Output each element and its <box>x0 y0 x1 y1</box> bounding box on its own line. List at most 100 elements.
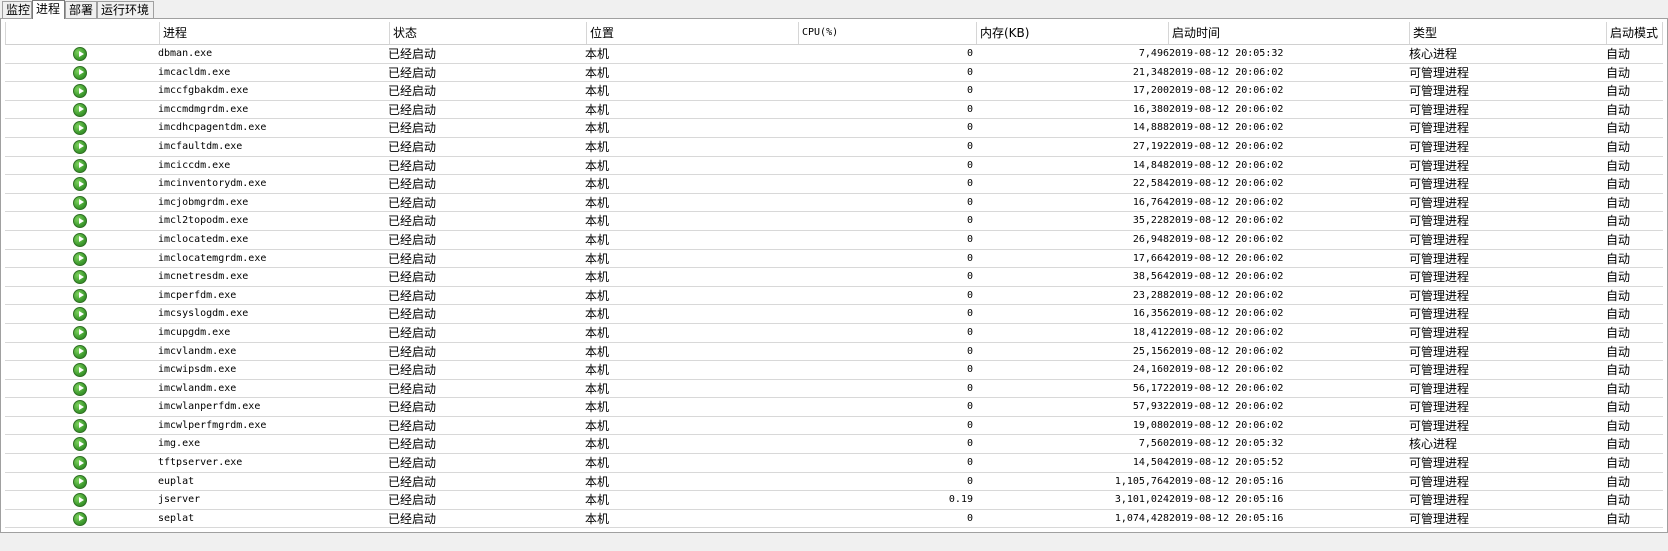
table-row[interactable]: imccmdmgrdm.exe 已经启动 本机 0 16,380 2019-08-12 2… <box>5 101 1663 120</box>
start-time-cell: 2019-08-12 20:05:32 <box>1169 48 1284 59</box>
process-name-cell: tftpserver.exe <box>158 457 243 469</box>
location-cell: 本机 <box>585 47 610 61</box>
table-row[interactable]: imclocatedm.exe 已经启动 本机 0 26,948 2019-08-12 2… <box>5 231 1663 250</box>
location-cell: 本机 <box>585 344 610 359</box>
start-time-cell: 2019-08-12 20:06:02 <box>1169 178 1284 190</box>
running-icon <box>73 456 87 471</box>
running-icon <box>73 344 87 359</box>
cpu-cell: 0 <box>966 512 973 524</box>
cpu-cell: 0 <box>966 382 973 394</box>
process-name-cell: imcacldm.exe <box>158 66 231 78</box>
table-row[interactable]: imcnetresdm.exe 已经启动 本机 0 38,564 2019-08-12 2… <box>5 268 1663 287</box>
table-row[interactable]: imclocatemgrdm.exe 已经启动 本机 0 17,664 2019-08-1… <box>5 250 1663 269</box>
running-icon <box>73 232 87 247</box>
table-row[interactable]: dbman.exe 已经启动 本机 0 7,496 2019-08-12 20:05:32… <box>5 45 1663 64</box>
location-cell: 本机 <box>585 195 610 210</box>
process-panel: 进程 状态 位置 CPU(%) 内存(KB) 启动时间 类型 启动模式 dbma… <box>0 18 1668 533</box>
tab-runtime-environment[interactable]: 运行环境 <box>97 1 154 18</box>
start-mode-cell: 自动 <box>1606 400 1631 415</box>
table-row[interactable]: euplat 已经启动 本机 0 1,105,764 2019-08-12 20:05:1… <box>5 473 1663 492</box>
column-header-process[interactable]: 进程 <box>159 22 390 44</box>
location-cell: 本机 <box>585 232 610 247</box>
tab-monitor[interactable]: 监控 <box>2 1 32 18</box>
column-header-start-mode[interactable]: 启动模式 <box>1606 22 1663 44</box>
column-header-start-time[interactable]: 启动时间 <box>1168 22 1410 44</box>
start-mode-cell: 自动 <box>1606 251 1631 266</box>
location-cell: 本机 <box>585 400 610 415</box>
table-row[interactable]: tftpserver.exe 已经启动 本机 0 14,504 2019-08-12 20… <box>5 454 1663 473</box>
tab-deploy[interactable]: 部署 <box>65 1 97 18</box>
memory-cell: 26,948 <box>1132 233 1169 245</box>
start-mode-cell: 自动 <box>1606 139 1631 154</box>
table-row[interactable]: seplat 已经启动 本机 0 1,074,428 2019-08-12 20:05:1… <box>5 510 1663 529</box>
cpu-cell: 0 <box>966 475 973 487</box>
start-mode-cell: 自动 <box>1606 493 1631 508</box>
memory-cell: 19,080 <box>1132 419 1169 431</box>
table-row[interactable]: imcwlandm.exe 已经启动 本机 0 56,172 2019-08-12 20:… <box>5 380 1663 399</box>
status-area <box>0 533 1668 551</box>
start-mode-cell: 自动 <box>1606 288 1631 303</box>
table-row[interactable]: imcacldm.exe 已经启动 本机 0 21,348 2019-08-12 20:0… <box>5 64 1663 83</box>
table-row[interactable]: imciccdm.exe 已经启动 本机 0 14,848 2019-08-12 20:0… <box>5 157 1663 176</box>
running-icon <box>73 270 87 285</box>
location-cell: 本机 <box>585 158 610 173</box>
table-row[interactable]: imcvlandm.exe 已经启动 本机 0 25,156 2019-08-12 20:… <box>5 343 1663 362</box>
table-row[interactable]: imcdhcpagentdm.exe 已经启动 本机 0 14,888 2019-08-1… <box>5 119 1663 138</box>
type-cell: 可管理进程 <box>1409 139 1470 154</box>
memory-cell: 22,584 <box>1132 178 1169 190</box>
location-cell: 本机 <box>585 251 610 266</box>
status-cell: 已经启动 <box>388 158 437 173</box>
type-cell: 可管理进程 <box>1409 474 1470 489</box>
process-name-cell: jserver <box>158 494 201 506</box>
location-cell: 本机 <box>585 493 610 508</box>
memory-cell: 27,192 <box>1132 140 1169 152</box>
table-row[interactable]: imcfaultdm.exe 已经启动 本机 0 27,192 2019-08-12 20… <box>5 138 1663 157</box>
status-cell: 已经启动 <box>388 251 437 266</box>
table-row[interactable]: imccfgbakdm.exe 已经启动 本机 0 17,200 2019-08-12 2… <box>5 82 1663 101</box>
process-name-cell: seplat <box>158 512 195 524</box>
running-icon <box>73 84 87 99</box>
cpu-cell: 0 <box>966 289 973 301</box>
column-header-location[interactable]: 位置 <box>586 22 799 44</box>
table-row[interactable]: imcjobmgrdm.exe 已经启动 本机 0 16,764 2019-08-12 2… <box>5 194 1663 213</box>
cpu-cell: 0 <box>966 401 973 413</box>
table-row[interactable]: imcl2topodm.exe 已经启动 本机 0 35,228 2019-08-12 2… <box>5 212 1663 231</box>
table-row[interactable]: imcperfdm.exe 已经启动 本机 0 23,288 2019-08-12 20:… <box>5 287 1663 306</box>
table-row[interactable]: imcupgdm.exe 已经启动 本机 0 18,412 2019-08-12 20:0… <box>5 324 1663 343</box>
type-cell: 可管理进程 <box>1409 65 1470 80</box>
table-row[interactable]: img.exe 已经启动 本机 0 7,560 2019-08-12 20:05:32 核心… <box>5 435 1663 455</box>
table-row[interactable]: imcinventorydm.exe 已经启动 本机 0 22,584 2019-08-1… <box>5 175 1663 194</box>
running-icon <box>73 121 87 136</box>
status-cell: 已经启动 <box>388 214 437 229</box>
memory-cell: 56,172 <box>1132 382 1169 394</box>
table-row[interactable]: jserver 已经启动 本机 0.19 3,101,024 2019-08-12 20:… <box>5 491 1663 510</box>
start-mode-cell: 自动 <box>1606 456 1631 471</box>
location-cell: 本机 <box>585 288 610 303</box>
table-row[interactable]: imcsyslogdm.exe 已经启动 本机 0 16,356 2019-08-12 2… <box>5 305 1663 324</box>
location-cell: 本机 <box>585 363 610 378</box>
type-cell: 可管理进程 <box>1409 214 1470 229</box>
start-time-cell: 2019-08-12 20:06:02 <box>1169 196 1284 208</box>
column-header-cpu[interactable]: CPU(%) <box>798 22 977 44</box>
process-name-cell: imcfaultdm.exe <box>158 140 243 152</box>
status-cell: 已经启动 <box>388 47 437 61</box>
type-cell: 可管理进程 <box>1409 325 1470 340</box>
process-name-cell: imcnetresdm.exe <box>158 271 249 283</box>
column-header-memory[interactable]: 内存(KB) <box>976 22 1169 44</box>
process-table: 进程 状态 位置 CPU(%) 内存(KB) 启动时间 类型 启动模式 dbma… <box>5 22 1663 529</box>
start-mode-cell: 自动 <box>1606 511 1631 526</box>
column-header-icon[interactable] <box>5 22 160 44</box>
table-row[interactable]: imcwipsdm.exe 已经启动 本机 0 24,160 2019-08-12 20:… <box>5 361 1663 380</box>
table-row[interactable]: imcwlperfmgrdm.exe 已经启动 本机 0 19,080 2019-08-1… <box>5 417 1663 436</box>
table-row[interactable]: imcwlanperfdm.exe 已经启动 本机 0 57,932 2019-08-12… <box>5 398 1663 417</box>
column-header-type[interactable]: 类型 <box>1409 22 1607 44</box>
tab-bar: 监控 进程 部署 运行环境 <box>0 0 1668 19</box>
type-cell: 核心进程 <box>1409 47 1458 61</box>
type-cell: 可管理进程 <box>1409 344 1470 359</box>
tab-process[interactable]: 进程 <box>32 0 65 19</box>
process-name-cell: imcsyslogdm.exe <box>158 308 249 320</box>
status-cell: 已经启动 <box>388 474 437 489</box>
cpu-cell: 0 <box>966 48 973 59</box>
type-cell: 可管理进程 <box>1409 511 1470 526</box>
column-header-status[interactable]: 状态 <box>389 22 587 44</box>
